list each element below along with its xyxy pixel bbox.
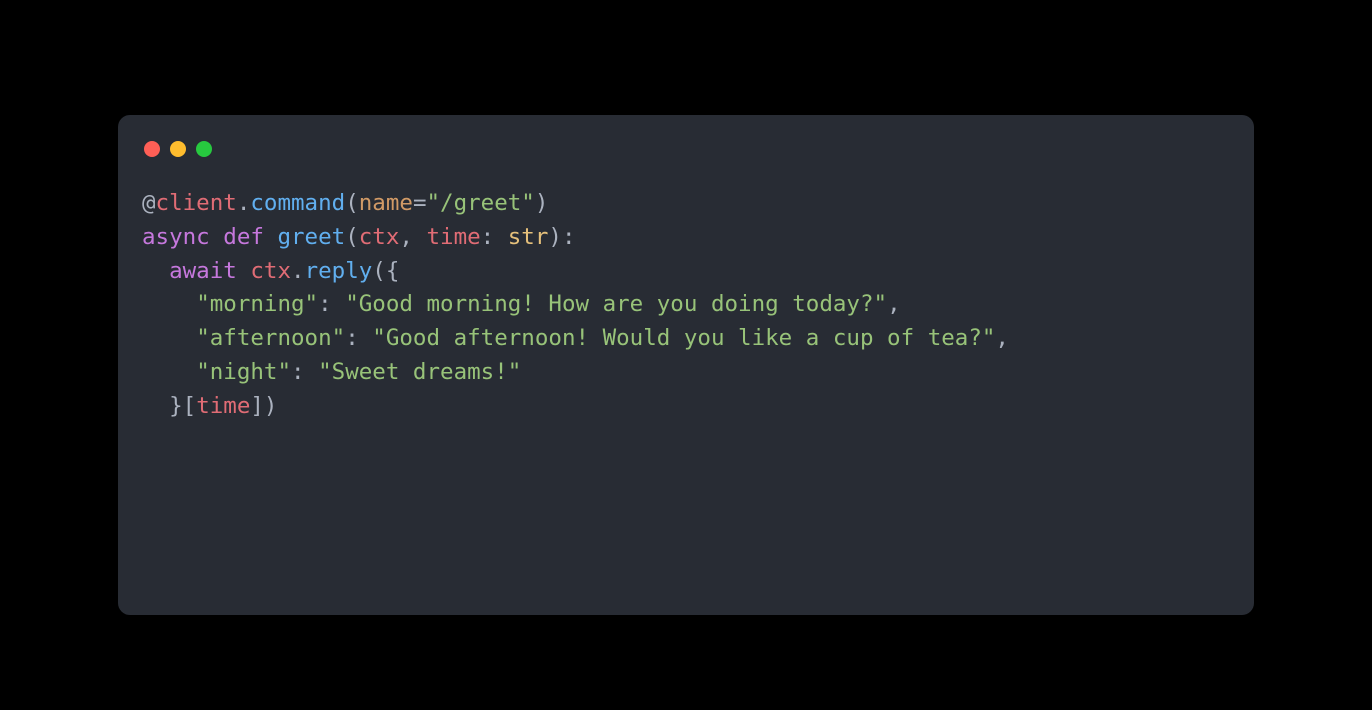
lparen: ( (345, 224, 359, 250)
indent (142, 258, 169, 284)
code-block: @client.command(name="/greet") async def… (142, 187, 1230, 423)
indent (142, 393, 169, 419)
decorator-command: command (250, 190, 345, 216)
val-afternoon: "Good afternoon! Would you like a cup of… (372, 325, 995, 351)
indent (142, 359, 196, 385)
rparen: ) (264, 393, 278, 419)
comma: , (887, 291, 901, 317)
dot: . (291, 258, 305, 284)
val-night: "Sweet dreams!" (318, 359, 521, 385)
val-morning: "Good morning! How are you doing today?" (345, 291, 887, 317)
indent (142, 291, 196, 317)
colon: : (345, 325, 372, 351)
colon: : (291, 359, 318, 385)
space (210, 224, 224, 250)
lbrace: { (386, 258, 400, 284)
type-str: str (508, 224, 549, 250)
window-controls (142, 135, 1230, 161)
space (237, 258, 251, 284)
colon: : (562, 224, 576, 250)
key-afternoon: "afternoon" (196, 325, 345, 351)
kwarg-name: name (359, 190, 413, 216)
space (264, 224, 278, 250)
indent (142, 325, 196, 351)
lbracket: [ (183, 393, 197, 419)
lparen: ( (372, 258, 386, 284)
colon: : (318, 291, 345, 317)
key-night: "night" (196, 359, 291, 385)
comma: , (399, 224, 426, 250)
minimize-icon[interactable] (170, 141, 186, 157)
var-ctx: ctx (250, 258, 291, 284)
rparen: ) (535, 190, 549, 216)
kw-def: def (223, 224, 264, 250)
kw-await: await (169, 258, 237, 284)
fn-greet: greet (277, 224, 345, 250)
dot: . (237, 190, 251, 216)
param-time: time (426, 224, 480, 250)
kw-async: async (142, 224, 210, 250)
comma: , (995, 325, 1009, 351)
lparen: ( (345, 190, 359, 216)
code-window: @client.command(name="/greet") async def… (118, 115, 1254, 615)
rparen: ) (548, 224, 562, 250)
method-reply: reply (305, 258, 373, 284)
decorator-at: @ (142, 190, 156, 216)
decorator-client: client (156, 190, 237, 216)
index-time: time (196, 393, 250, 419)
zoom-icon[interactable] (196, 141, 212, 157)
colon: : (481, 224, 508, 250)
rbracket: ] (250, 393, 264, 419)
rbrace: } (169, 393, 183, 419)
equals: = (413, 190, 427, 216)
key-morning: "morning" (196, 291, 318, 317)
command-string: "/greet" (426, 190, 534, 216)
close-icon[interactable] (144, 141, 160, 157)
param-ctx: ctx (359, 224, 400, 250)
